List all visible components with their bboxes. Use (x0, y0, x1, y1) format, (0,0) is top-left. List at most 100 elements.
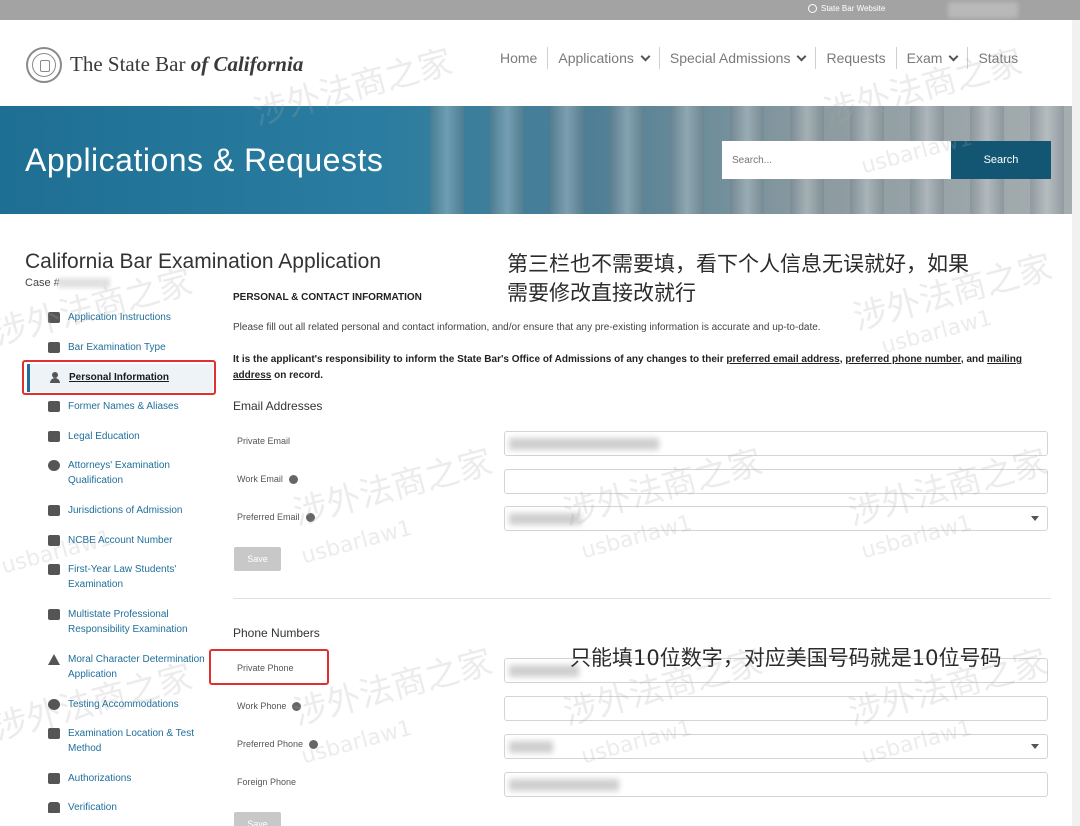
nav-special-admissions[interactable]: Special Admissions (660, 47, 817, 69)
briefcase-icon (48, 431, 60, 442)
sidebar-item-exam-location[interactable]: Examination Location & Test Method (48, 726, 213, 756)
preferred-email-label-text: Preferred Email (237, 512, 300, 522)
nav-special-admissions-label: Special Admissions (669, 50, 791, 66)
sidebar-item-bar-examination-type[interactable]: Bar Examination Type (48, 340, 213, 355)
work-email-label: Work Email (237, 474, 298, 484)
sidebar-item-label: Testing Accommodations (68, 699, 179, 710)
preferred-email-link[interactable]: preferred email address (726, 354, 839, 365)
sidebar-item-former-names[interactable]: Former Names & Aliases (48, 399, 213, 414)
preferred-phone-link[interactable]: preferred phone number (845, 354, 961, 365)
info-icon[interactable] (309, 739, 319, 749)
sidebar-item-label: Attorneys' Examination Qualification (68, 460, 170, 486)
search-input[interactable] (722, 141, 952, 179)
nav-exam-label: Exam (906, 50, 943, 66)
edit-doc-icon (48, 609, 60, 620)
preferred-phone-label-text: Preferred Phone (237, 739, 304, 749)
sidebar-item-attorneys-examination[interactable]: Attorneys' Examination Qualification (48, 458, 213, 488)
nav-applications-label: Applications (558, 50, 634, 66)
sidebar-item-label: Legal Education (68, 431, 140, 442)
email-section-heading: Email Addresses (233, 399, 323, 413)
list-icon (48, 773, 60, 784)
work-phone-label: Work Phone (237, 701, 302, 711)
id-card-icon (48, 401, 60, 412)
sidebar-item-label: Authorizations (68, 773, 132, 784)
sidebar-item-label: NCBE Account Number (68, 535, 173, 546)
info-icon[interactable] (305, 512, 315, 522)
edit-doc-icon (48, 564, 60, 575)
sidebar-item-verification[interactable]: Verification (48, 800, 213, 815)
sidebar-item-testing-accommodations[interactable]: Testing Accommodations (48, 697, 213, 712)
private-email-label: Private Email (237, 436, 290, 446)
blurred-account-area (948, 2, 1018, 18)
redacted-value (509, 779, 619, 791)
notice-text: It is the applicant's responsibility to … (233, 352, 1053, 384)
private-email-field[interactable] (504, 431, 1048, 456)
clipboard-icon (48, 342, 60, 353)
notice-sep2: , and (960, 354, 988, 365)
sidebar-item-jurisdictions[interactable]: Jurisdictions of Admission (48, 503, 213, 518)
number-icon (48, 535, 60, 546)
chevron-down-icon (1031, 744, 1039, 749)
gavel-icon (48, 505, 60, 516)
highlight-box-private-phone (209, 649, 329, 685)
sidebar-item-label: Examination Location & Test Method (68, 728, 195, 754)
warning-icon (48, 654, 60, 665)
top-utility-bar: State Bar Website (0, 0, 1080, 20)
thumbs-up-icon (48, 802, 60, 813)
sidebar-item-label: First-Year Law Students' Examination (68, 564, 177, 590)
redacted-value (509, 741, 553, 753)
notice-suffix: on record. (271, 370, 324, 381)
intro-text: Please fill out all related personal and… (233, 322, 821, 333)
redacted-value (509, 513, 581, 525)
hero-banner: Applications & Requests Search (0, 106, 1080, 214)
sidebar-item-moral-character[interactable]: Moral Character Determination Applicatio… (48, 652, 213, 682)
annotation-note-1-line-2: 需要修改直接改就行 (507, 281, 696, 305)
page-scrollbar[interactable] (1072, 20, 1080, 826)
state-bar-seal-logo[interactable] (26, 47, 62, 83)
document-icon (48, 312, 60, 323)
section-heading: PERSONAL & CONTACT INFORMATION (233, 292, 422, 303)
state-bar-website-link[interactable]: State Bar Website (808, 4, 885, 13)
nav-home[interactable]: Home (490, 47, 549, 69)
nav-applications[interactable]: Applications (548, 47, 660, 69)
brand-name[interactable]: The State Bar of California (70, 52, 303, 77)
info-icon[interactable] (288, 474, 298, 484)
save-phone-button[interactable]: Save (234, 812, 281, 826)
info-icon[interactable] (292, 701, 302, 711)
nav-exam[interactable]: Exam (897, 47, 969, 69)
sidebar-item-first-year-law[interactable]: First-Year Law Students' Examination (48, 562, 213, 592)
nav-status[interactable]: Status (968, 47, 1028, 69)
sidebar-item-application-instructions[interactable]: Application Instructions (48, 310, 213, 325)
foreign-phone-field[interactable] (504, 772, 1048, 797)
work-email-label-text: Work Email (237, 474, 283, 484)
watermark-cn: 涉外法商之家 (289, 442, 497, 534)
sidebar-item-ncbe-account[interactable]: NCBE Account Number (48, 533, 213, 548)
work-email-field[interactable] (504, 469, 1048, 494)
section-divider (233, 598, 1051, 599)
foreign-phone-label-text: Foreign Phone (237, 777, 297, 787)
work-phone-label-text: Work Phone (237, 701, 287, 711)
sidebar-item-mpre[interactable]: Multistate Professional Responsibility E… (48, 607, 213, 637)
nav-requests[interactable]: Requests (816, 47, 897, 69)
foreign-phone-label: Foreign Phone (237, 777, 296, 787)
sidebar-item-legal-education[interactable]: Legal Education (48, 429, 213, 444)
sidebar-item-label: Former Names & Aliases (68, 401, 179, 412)
sidebar-item-label: Bar Examination Type (68, 342, 166, 353)
sidebar-item-authorizations[interactable]: Authorizations (48, 771, 213, 786)
preferred-phone-select[interactable] (504, 734, 1048, 759)
notice-prefix: It is the applicant's responsibility to … (233, 354, 727, 365)
chevron-down-icon (797, 51, 807, 61)
search-button[interactable]: Search (951, 141, 1051, 179)
preferred-email-select[interactable] (504, 506, 1048, 531)
chevron-down-icon (640, 51, 651, 61)
highlight-box-personal-information (22, 360, 216, 395)
chevron-down-icon (948, 51, 959, 61)
chevron-down-icon (1031, 516, 1039, 521)
work-phone-field[interactable] (504, 696, 1048, 721)
globe-icon (48, 699, 60, 710)
watermark-en: usbarlaw1 (298, 515, 415, 570)
site-header: The State Bar of California Home Applica… (0, 20, 1080, 106)
main-nav: Home Applications Special Admissions Req… (490, 47, 1028, 69)
sidebar-item-label: Verification (68, 802, 117, 813)
save-email-button[interactable]: Save (234, 547, 281, 571)
